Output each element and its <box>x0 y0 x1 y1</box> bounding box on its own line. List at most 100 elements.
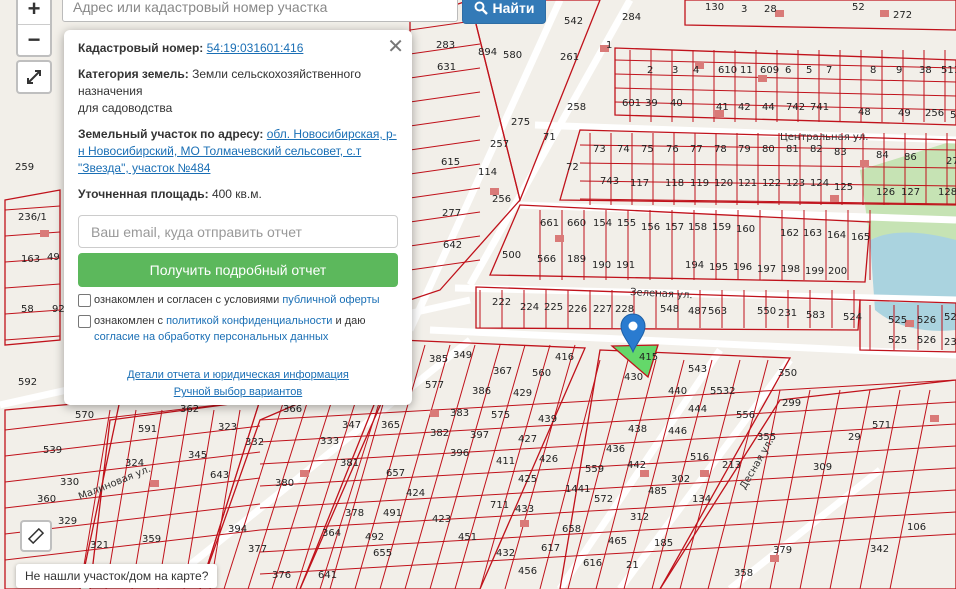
parcel-label-p-894: 894 <box>478 47 497 58</box>
parcel-label-p-570: 570 <box>75 410 94 421</box>
parcel-label-p-4: 4 <box>693 65 699 76</box>
data-consent-link[interactable]: согласие на обработку персональных данны… <box>94 331 328 343</box>
close-icon[interactable]: ✕ <box>387 34 404 59</box>
report-details-link[interactable]: Детали отчета и юридическая информация <box>127 369 349 381</box>
parcel-label-p-610: 610 <box>718 65 737 76</box>
terms-text: ознакомлен и согласен с условиями <box>94 294 280 306</box>
parcel-label-p-1441: 1441 <box>565 484 590 495</box>
parcel-label-p-601: 601 <box>622 98 641 109</box>
email-field[interactable] <box>78 215 398 248</box>
parcel-label-p-566: 566 <box>537 254 556 265</box>
parcel-label-p-362: 362 <box>180 404 199 415</box>
parcel-label-p-195: 195 <box>709 262 728 273</box>
parcel-label-p-376: 376 <box>272 570 291 581</box>
manual-selection-link[interactable]: Ручной выбор вариантов <box>174 386 302 398</box>
parcel-label-p-424: 424 <box>406 488 425 499</box>
land-category-label: Категория земель: <box>78 67 189 81</box>
parcel-label-p-44: 44 <box>762 102 775 113</box>
parcel-label-p-500: 500 <box>502 250 521 261</box>
parcel-label-p-423: 423 <box>432 514 451 525</box>
parcel-label-p-485: 485 <box>648 486 667 497</box>
parcel-label-p-163b: 163 <box>21 254 40 265</box>
parcel-label-p-81: 81 <box>786 144 799 155</box>
parcel-label-p-660: 660 <box>567 218 586 229</box>
search-button[interactable]: Найти <box>462 0 546 24</box>
parcel-label-p-121: 121 <box>738 178 757 189</box>
parcel-label-p-38: 38 <box>919 65 932 76</box>
parcel-label-p-122: 122 <box>762 178 781 189</box>
zoom-out-button[interactable]: − <box>18 25 50 55</box>
parcel-label-p-380: 380 <box>275 478 294 489</box>
parcel-label-p-548: 548 <box>660 304 679 315</box>
zoom-in-button[interactable]: + <box>18 0 50 25</box>
parcel-label-p-191: 191 <box>616 260 635 271</box>
fullscreen-button[interactable] <box>16 60 52 94</box>
parcel-label-p-616: 616 <box>583 558 602 569</box>
search-input[interactable] <box>62 0 458 22</box>
parcel-label-p-559: 559 <box>585 464 604 475</box>
parcel-label-p-592: 592 <box>18 377 37 388</box>
parcel-label-p-73: 73 <box>593 144 606 155</box>
parcel-label-p-415: 415 <box>639 352 658 363</box>
get-report-button[interactable]: Получить подробный отчет <box>78 253 398 287</box>
parcel-label-p-158: 158 <box>688 222 707 233</box>
parcel-label-p-40: 40 <box>670 98 683 109</box>
parcel-label-p-436: 436 <box>606 444 625 455</box>
not-found-help-link[interactable]: Не нашли участок/дом на карте? <box>16 564 218 588</box>
parcel-label-p-117: 117 <box>630 178 649 189</box>
cadastral-number-link[interactable]: 54:19:031601:416 <box>207 41 304 55</box>
parcel-label-p-106: 106 <box>907 522 926 533</box>
parcel-label-p-492: 492 <box>365 532 384 543</box>
parcel-label-p-655: 655 <box>373 548 392 559</box>
ruler-icon <box>28 528 44 544</box>
parcel-label-p-577: 577 <box>425 380 444 391</box>
parcel-label-p-3b: 3 <box>672 65 678 76</box>
parcel-label-p-92: 92 <box>52 304 65 315</box>
cadastral-number-row: Кадастровый номер: 54:19:031601:416 <box>78 40 398 57</box>
parcel-label-p-154: 154 <box>593 218 612 229</box>
parcel-label-p-74: 74 <box>617 144 630 155</box>
parcel-label-p-155: 155 <box>617 218 636 229</box>
measure-button[interactable] <box>20 520 52 552</box>
address-link-1[interactable]: обл. Новосибирская, р- <box>267 127 397 141</box>
parcel-label-p-364: 364 <box>322 528 341 539</box>
parcel-label-p-615: 615 <box>441 157 460 168</box>
parcel-label-p-256b: 256 <box>492 194 511 205</box>
parcel-label-p-189: 189 <box>567 254 586 265</box>
terms-checkbox[interactable] <box>78 294 91 307</box>
land-category-value-2: назначения <box>78 84 143 98</box>
zoom-control: + − <box>16 0 52 57</box>
parcel-label-p-84: 84 <box>876 150 889 161</box>
privacy-checkbox[interactable] <box>78 315 91 328</box>
parcel-label-p-560: 560 <box>532 368 551 379</box>
parcel-label-p-525b: 525 <box>888 335 907 346</box>
parcel-label-p-11: 11 <box>740 65 753 76</box>
parcel-label-p-283: 283 <box>436 40 455 51</box>
parcel-label-p-591: 591 <box>138 424 157 435</box>
parcel-label-p-196: 196 <box>733 262 752 273</box>
privacy-policy-link[interactable]: политикой конфиденциальности <box>166 315 332 327</box>
parcel-label-p-312: 312 <box>630 512 649 523</box>
parcel-label-p-160: 160 <box>736 224 755 235</box>
parcel-label-p-349: 349 <box>453 350 472 361</box>
parcel-label-p-333: 333 <box>320 436 339 447</box>
parcel-label-p-446: 446 <box>668 426 687 437</box>
parcel-label-p-583: 583 <box>806 310 825 321</box>
parcel-label-p-571: 571 <box>872 420 891 431</box>
parcel-label-p-224: 224 <box>520 302 539 313</box>
parcel-label-p-561: 561 <box>950 110 956 121</box>
parcel-label-p-134: 134 <box>692 494 711 505</box>
parcel-label-p-526b: 526 <box>917 335 936 346</box>
parcel-label-p-185: 185 <box>654 538 673 549</box>
address-link-3[interactable]: "Звезда", участок №484 <box>78 161 210 175</box>
parcel-label-p-227: 227 <box>593 304 612 315</box>
parcel-label-p-572: 572 <box>594 494 613 505</box>
search-bar <box>62 0 458 24</box>
parcel-label-p-165: 165 <box>851 232 870 243</box>
address-link-2[interactable]: н Новосибирский, МО Толмачевский сельсов… <box>78 144 361 158</box>
parcel-label-p-440: 440 <box>668 386 687 397</box>
parcel-label-p-226: 226 <box>568 304 587 315</box>
parcel-label-p-199: 199 <box>805 266 824 277</box>
parcel-label-p-525: 525 <box>888 315 907 326</box>
public-offer-link[interactable]: публичной оферты <box>282 294 379 306</box>
